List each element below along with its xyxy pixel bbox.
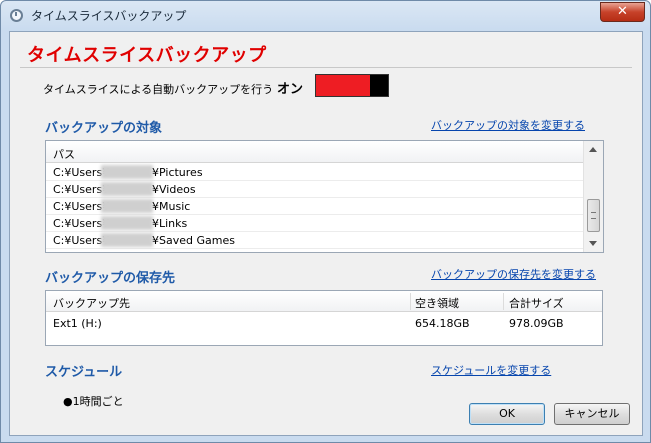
path-suffix: ¥Links xyxy=(152,217,188,230)
change-targets-link[interactable]: バックアップの対象を変更する xyxy=(431,117,585,133)
page-title: タイムスライスバックアップ xyxy=(27,45,267,66)
redacted-username xyxy=(101,216,153,230)
destination-table[interactable]: バックアップ先 空き領域 合計サイズ Ext1 (H:) 654.18GB 97… xyxy=(45,290,603,346)
title-bar[interactable]: タイムスライスバックアップ ✕ xyxy=(1,1,650,30)
auto-backup-label: タイムスライスによる自動バックアップを行う xyxy=(43,83,274,96)
redacted-username xyxy=(101,182,153,196)
change-destination-link[interactable]: バックアップの保存先を変更する xyxy=(431,266,596,282)
targets-section-title: バックアップの対象 xyxy=(45,121,163,136)
redacted-username xyxy=(101,199,153,213)
backup-dialog-window: タイムスライスバックアップ ✕ タイムスライスバックアップ タイムスライスによる… xyxy=(0,0,651,443)
path-column-label: パス xyxy=(53,148,75,161)
destination-total-size: 978.09GB xyxy=(509,317,564,330)
list-item[interactable]: C:¥Users¥ ¥Music xyxy=(46,198,583,215)
path-suffix: ¥Pictures xyxy=(152,166,203,179)
column-header-total-size[interactable]: 合計サイズ xyxy=(509,295,564,311)
list-item[interactable]: C:¥Users¥ ¥Pictures xyxy=(46,164,583,181)
schedule-item: ●1時間ごと xyxy=(63,395,124,408)
auto-backup-toggle[interactable] xyxy=(315,74,389,97)
destination-section-title: バックアップの保存先 xyxy=(45,271,176,286)
column-divider xyxy=(503,293,504,310)
path-suffix: ¥Videos xyxy=(152,183,196,196)
scroll-thumb[interactable] xyxy=(587,199,600,232)
list-item[interactable]: C:¥Users¥ ¥Saved Games xyxy=(46,232,583,249)
app-icon xyxy=(10,9,23,22)
redacted-username xyxy=(101,165,153,179)
path-column-header[interactable]: パス xyxy=(46,141,583,163)
vertical-scrollbar[interactable] xyxy=(583,141,603,252)
schedule-section-title: スケジュール xyxy=(45,365,123,380)
scroll-up-icon[interactable] xyxy=(589,147,597,152)
column-header-destination[interactable]: バックアップ先 xyxy=(53,295,130,311)
list-item[interactable]: C:¥Users¥ ¥Videos xyxy=(46,181,583,198)
targets-list[interactable]: パス C:¥Users¥ ¥Pictures C:¥Users¥ ¥Videos… xyxy=(45,140,604,253)
list-item[interactable]: C:¥Users¥ ¥Links xyxy=(46,215,583,232)
dialog-content: タイムスライスバックアップ タイムスライスによる自動バックアップを行う オン バ… xyxy=(9,31,643,436)
destination-name: Ext1 (H:) xyxy=(53,317,102,330)
divider xyxy=(20,67,632,68)
ok-button[interactable]: OK xyxy=(469,403,545,425)
window-title: タイムスライスバックアップ xyxy=(31,9,187,23)
destination-free-space: 654.18GB xyxy=(415,317,470,330)
scroll-down-icon[interactable] xyxy=(589,241,597,246)
change-schedule-link[interactable]: スケジュールを変更する xyxy=(431,362,551,378)
destination-table-header: バックアップ先 空き領域 合計サイズ xyxy=(46,291,602,312)
path-suffix: ¥Music xyxy=(152,200,191,213)
path-suffix: ¥Saved Games xyxy=(152,234,235,247)
auto-backup-state: オン xyxy=(277,82,304,97)
column-header-free-space[interactable]: 空き領域 xyxy=(415,295,459,311)
toggle-knob[interactable] xyxy=(370,75,388,96)
table-row[interactable]: Ext1 (H:) 654.18GB 978.09GB xyxy=(46,313,602,335)
cancel-button[interactable]: キャンセル xyxy=(554,403,630,425)
redacted-username xyxy=(101,233,153,247)
column-divider xyxy=(410,293,411,310)
close-button[interactable]: ✕ xyxy=(600,2,645,22)
